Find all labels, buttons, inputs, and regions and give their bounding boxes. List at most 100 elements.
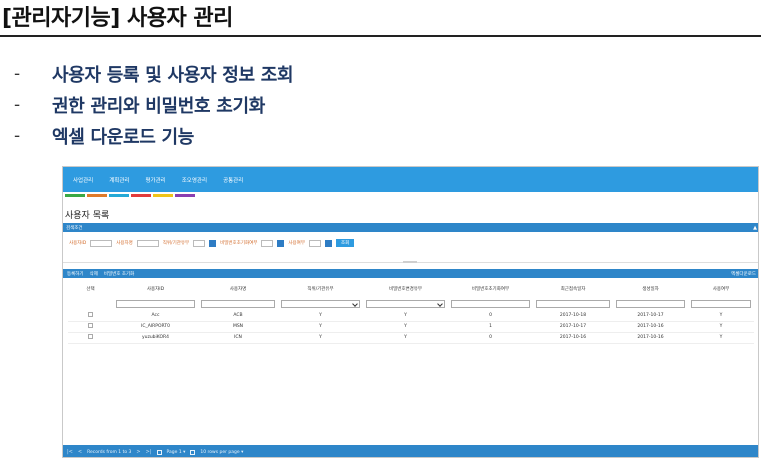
nav-item[interactable]: 평가관리 xyxy=(146,176,166,184)
color-swatch xyxy=(175,194,195,197)
filter-cell xyxy=(68,297,113,310)
row-checkbox[interactable] xyxy=(88,311,93,317)
nav-item[interactable]: 조오영관리 xyxy=(182,176,207,184)
filter-cell xyxy=(113,297,198,310)
bullet-dash: - xyxy=(14,63,21,84)
bullet-text: 사용자 등록 및 사용자 정보 조회 xyxy=(52,64,294,86)
title-divider xyxy=(0,35,761,37)
table-row[interactable]: IC_AIRPORT0 MSN Y Y 1 2017-10-17 2017-10… xyxy=(68,321,754,332)
column-filter-input[interactable] xyxy=(451,299,530,308)
dropdown-icon[interactable] xyxy=(324,239,332,247)
row-select-cell xyxy=(68,310,113,321)
column-filter-row xyxy=(68,297,754,310)
user-table: 선택 사용자ID 사용자명 직위/기관유무 비밀번호변경유무 비밀번호초기화여부… xyxy=(68,281,754,344)
bullet-item: - 엑셀 다운로드 기능 xyxy=(14,120,293,151)
column-header[interactable]: 사용자명 xyxy=(198,281,278,297)
bullet-dash: - xyxy=(14,125,21,146)
user-name-input[interactable] xyxy=(136,239,159,247)
table-cell: 2017-10-16 xyxy=(559,335,587,340)
table-cell: Y xyxy=(404,312,407,318)
column-header[interactable]: 비밀번호변경유무 xyxy=(363,281,448,297)
dropdown-icon[interactable] xyxy=(209,239,217,247)
column-header[interactable]: 비밀번호초기화여부 xyxy=(448,281,533,297)
delete-button[interactable]: 삭제 xyxy=(90,271,98,277)
rows-per-page-select[interactable]: 10 rows per page ▾ xyxy=(200,450,243,455)
page-heading: 사용자 목록 xyxy=(65,211,110,221)
table-cell: 2017-10-17 xyxy=(559,324,587,329)
page-icon xyxy=(156,449,162,455)
column-header[interactable]: 직위/기관유무 xyxy=(278,281,363,297)
collapse-icon[interactable]: ▲ xyxy=(753,225,757,231)
row-checkbox[interactable] xyxy=(88,323,93,328)
top-navigation: 사업관리 계획관리 평가관리 조오영관리 공통관리 xyxy=(63,167,758,192)
column-filter-select[interactable] xyxy=(366,299,445,308)
table-row[interactable]: yuzubiKOR4 ICN Y Y 0 2017-10-16 2017-10-… xyxy=(68,332,754,343)
row-select-cell xyxy=(68,321,113,332)
use-select[interactable] xyxy=(308,239,321,247)
column-filter-select[interactable] xyxy=(281,299,360,308)
table-cell: Y xyxy=(319,324,322,329)
slide-title: [관리자기능] 사용자 관리 xyxy=(2,6,233,31)
table-cell: 0 xyxy=(489,335,492,340)
records-label: Records from 1 to 3 xyxy=(87,449,132,455)
dropdown-icon[interactable] xyxy=(277,239,285,247)
bullet-item: - 권한 관리와 비밀번호 초기화 xyxy=(14,89,293,120)
table-cell: Y xyxy=(404,335,407,340)
table-cell: Y xyxy=(319,312,322,318)
bullet-dash: - xyxy=(14,94,21,115)
column-filter-input[interactable] xyxy=(116,299,195,308)
next-page-button[interactable]: > xyxy=(136,449,140,455)
table-cell: 1 xyxy=(489,324,492,329)
table-cell: Y xyxy=(319,335,322,340)
color-swatch xyxy=(131,194,151,197)
column-header[interactable]: 선택 xyxy=(68,281,113,297)
bullet-text: 권한 관리와 비밀번호 초기화 xyxy=(52,95,266,117)
first-page-button[interactable]: |< xyxy=(67,449,73,455)
nav-item[interactable]: 공통관리 xyxy=(223,176,243,184)
row-checkbox[interactable] xyxy=(88,334,93,339)
table-cell: Acc xyxy=(151,312,160,318)
app-screenshot: 사업관리 계획관리 평가관리 조오영관리 공통관리 사용자 목록 검색조건 ▲ … xyxy=(62,166,759,458)
position-select[interactable] xyxy=(193,239,206,247)
color-swatch xyxy=(65,194,85,197)
column-header[interactable]: 최근접속일자 xyxy=(533,281,613,297)
rows-icon xyxy=(190,449,196,455)
filter-label: 사용여부 xyxy=(288,241,305,246)
table-cell: IC_AIRPORT0 xyxy=(141,324,170,329)
filter-cell xyxy=(278,297,363,310)
nav-item[interactable]: 계획관리 xyxy=(109,176,129,184)
column-filter-input[interactable] xyxy=(201,299,275,308)
table-row[interactable]: Acc ACB Y Y 0 2017-10-18 2017-10-17 Y xyxy=(68,310,754,321)
column-filter-input[interactable] xyxy=(690,299,752,308)
row-select-cell xyxy=(68,332,113,343)
search-button[interactable]: 조회 xyxy=(335,239,355,247)
bullet-list: - 사용자 등록 및 사용자 정보 조회 - 권한 관리와 비밀번호 초기화 -… xyxy=(14,58,294,151)
table-cell: yuzubiKOR4 xyxy=(141,335,170,340)
splitter-grip[interactable] xyxy=(403,261,417,263)
excel-download-button[interactable]: 엑셀다운로드 xyxy=(731,271,756,277)
reset-select[interactable] xyxy=(261,239,274,247)
color-swatch xyxy=(87,194,107,197)
nav-item[interactable]: 사업관리 xyxy=(73,176,93,184)
column-filter-input[interactable] xyxy=(616,299,685,308)
table-cell: 2017-10-16 xyxy=(637,335,664,340)
table-cell: Y xyxy=(719,324,723,329)
column-header[interactable]: 사용자ID xyxy=(113,281,198,297)
last-page-button[interactable]: >| xyxy=(146,449,152,455)
password-reset-button[interactable]: 비밀번호 초기화 xyxy=(104,271,134,277)
filter-cell xyxy=(198,297,278,310)
page-select[interactable]: Page 1 ▾ xyxy=(167,450,186,455)
panel-splitter[interactable] xyxy=(63,261,758,263)
bullet-item: - 사용자 등록 및 사용자 정보 조회 xyxy=(14,58,294,89)
color-swatch xyxy=(109,194,129,197)
column-filter-input[interactable] xyxy=(536,299,610,308)
table-cell: MSN xyxy=(232,324,244,329)
table-cell: ICN xyxy=(234,335,242,340)
table-cell: 2017-10-16 xyxy=(637,324,664,329)
user-id-input[interactable] xyxy=(90,239,113,247)
prev-page-button[interactable]: < xyxy=(78,449,82,455)
column-header[interactable]: 생성일자 xyxy=(613,281,688,297)
filter-row: 사용자ID 사용자명 직위/기관유무 비밀번호초기화여부 사용여부 조회 xyxy=(63,235,758,251)
column-header[interactable]: 사용여부 xyxy=(688,281,754,297)
register-button[interactable]: 등록하기 xyxy=(67,271,84,277)
